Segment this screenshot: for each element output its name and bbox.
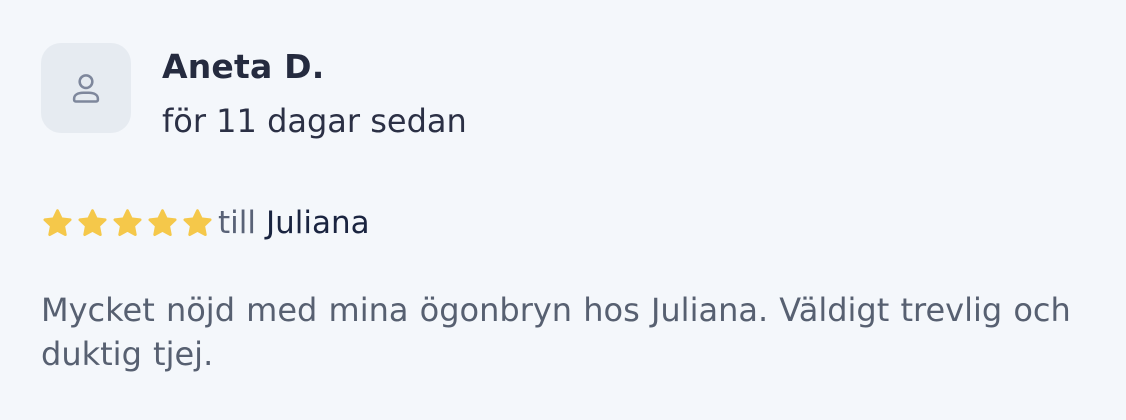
review-card: Aneta D. för 11 dagar sedan till Juliana… (41, 43, 1081, 376)
star-icon (183, 208, 212, 236)
rating-row: till Juliana (41, 201, 1081, 245)
star-icon (43, 208, 72, 236)
star-icon (78, 208, 107, 236)
reviewer-meta: Aneta D. för 11 dagar sedan (162, 45, 467, 143)
star-icon (148, 208, 177, 236)
star-icon (113, 208, 142, 236)
review-date: för 11 dagar sedan (162, 102, 467, 140)
stylist-link[interactable]: Juliana (266, 203, 370, 243)
rating-prefix: till (218, 205, 256, 241)
user-icon (72, 74, 100, 103)
reviewer-name: Aneta D. (162, 47, 325, 86)
star-rating (41, 207, 214, 240)
review-text: Mycket nöjd med mina ögonbryn hos Julian… (41, 291, 1071, 373)
avatar (41, 43, 131, 133)
review-header: Aneta D. för 11 dagar sedan (41, 43, 1081, 143)
